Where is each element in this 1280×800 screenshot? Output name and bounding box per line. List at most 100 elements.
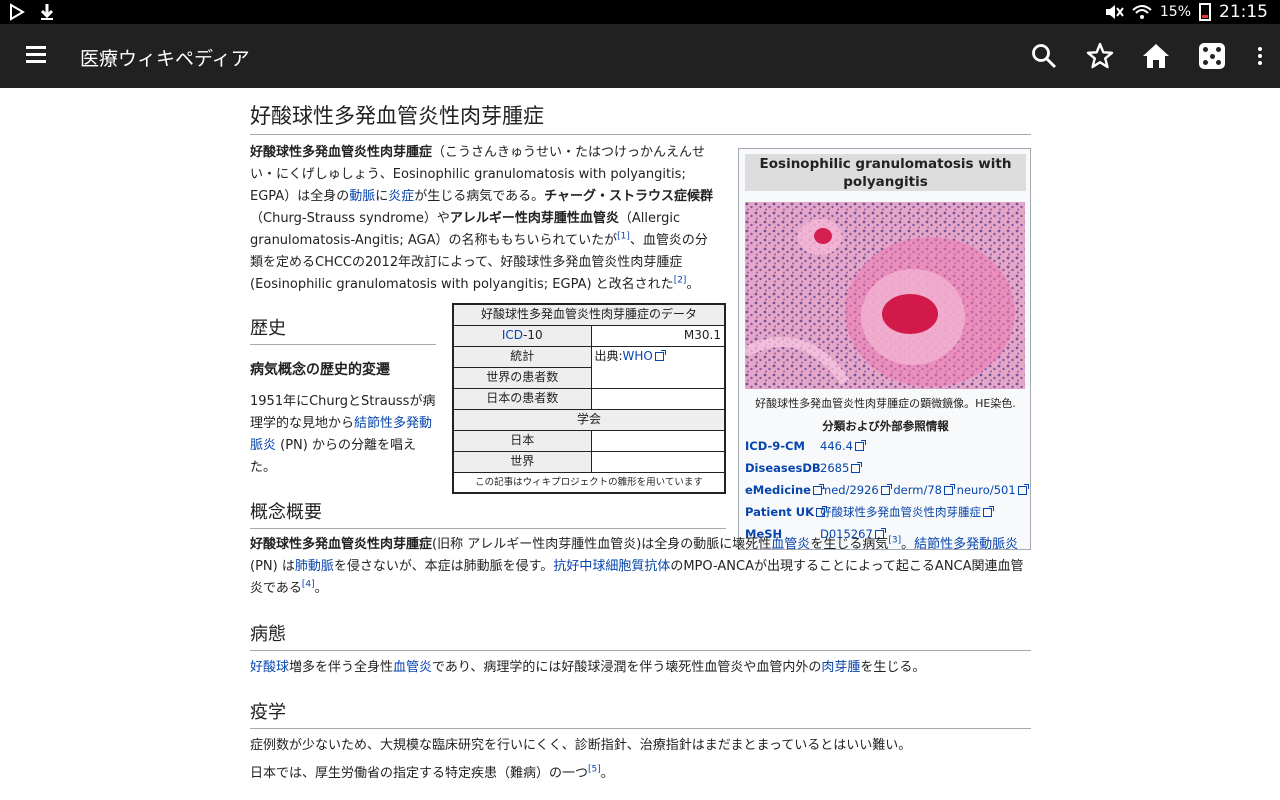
- app-bar: 医療ウィキペディア: [0, 24, 1280, 88]
- table-cell: [590, 429, 726, 452]
- table-label: 日本: [452, 429, 592, 452]
- link-granuloma[interactable]: 肉芽腫: [821, 660, 860, 675]
- reference-link[interactable]: [5]: [588, 765, 601, 775]
- infobox-value-link[interactable]: derm/78: [893, 483, 942, 497]
- source-prefix: 出典:: [594, 348, 623, 363]
- star-icon[interactable]: [1082, 40, 1118, 72]
- reference-link[interactable]: [4]: [302, 580, 315, 590]
- source-cell: 出典:WHO: [590, 345, 726, 389]
- icd-value: M30.1: [590, 324, 726, 347]
- wifi-icon: [1132, 5, 1152, 19]
- infobox-key-link[interactable]: Patient UK: [745, 501, 828, 523]
- epidemiology-paragraph: 日本では、厚生労働省の指定する特定疾患（難病）の一つ[5]。: [250, 763, 1031, 785]
- intro-bold-term: 好酸球性多発血管炎性肉芽腫症: [250, 145, 433, 160]
- table-cell: [590, 450, 726, 473]
- link-pulmonary-artery[interactable]: 肺動脈: [295, 559, 334, 574]
- external-link-icon: [983, 506, 994, 517]
- link-anca[interactable]: 抗好中球細胞質抗体: [553, 559, 670, 574]
- external-link-icon: [854, 440, 866, 451]
- mute-icon: [1105, 5, 1124, 19]
- history-paragraph: 1951年にChurgとStraussが病理学的な見地から結節性多発動脈炎 (P…: [250, 391, 440, 479]
- intro-text: が生じる病気である。: [414, 189, 545, 204]
- infobox-value-link[interactable]: med/2926: [820, 483, 879, 497]
- status-bar: 15% 21:15: [0, 0, 1280, 24]
- table-caption: 好酸球性多発血管炎性肉芽腫症のデータ: [452, 303, 726, 326]
- intro-paragraph: 好酸球性多発血管炎性肉芽腫症（こうさんきゅうせい・たはつけっかんえんせい・にくげ…: [250, 142, 720, 296]
- link-polyarteritis-nodosa[interactable]: 結節性多発動脈炎: [914, 537, 1018, 552]
- overview-text: (旧称 アレルギー性肉芽腫性血管炎)は全身の動脈に壊死性: [432, 537, 772, 552]
- link-artery[interactable]: 動脈: [349, 189, 375, 204]
- infobox-value-link[interactable]: 好酸球性多発血管炎性肉芽腫症: [820, 505, 981, 519]
- table-section-header: 学会: [452, 408, 726, 431]
- section-heading-history: 歴史: [250, 316, 436, 345]
- overview-text: を生じる病気: [810, 537, 889, 552]
- table-footer: この記事はウィキプロジェクトの雛形を用いています: [452, 471, 726, 494]
- table-label: 世界: [452, 450, 592, 473]
- external-link-icon: [851, 462, 863, 473]
- pathology-paragraph: 好酸球増多を伴う全身性血管炎であり、病理学的には好酸球浸潤を伴う壊死性血管炎や血…: [250, 657, 1031, 679]
- link-vasculitis[interactable]: 血管炎: [771, 537, 810, 552]
- infobox-key-text: eMedicine: [745, 483, 811, 497]
- infobox-row: DiseasesDB 2685: [745, 457, 1029, 479]
- intro-bold-term: アレルギー性肉芽腫性血管炎: [449, 211, 619, 226]
- epidemiology-text: 日本では、厚生労働省の指定する特定疾患（難病）の一つ: [250, 766, 589, 781]
- pathology-text: を生じる。: [860, 660, 926, 675]
- overview-text: (PN) は: [250, 559, 295, 574]
- table-label: 日本の患者数: [452, 387, 592, 410]
- intro-text: （Churg-Strauss syndrome）や: [250, 211, 450, 226]
- clock: 21:15: [1219, 2, 1268, 22]
- section-heading-epidemiology: 疫学: [250, 700, 1031, 729]
- menu-icon[interactable]: [20, 42, 52, 70]
- section-heading-overview: 概念概要: [250, 500, 726, 529]
- infobox-key-link[interactable]: ICD-9-CM: [745, 435, 805, 457]
- page-title: 好酸球性多発血管炎性肉芽腫症: [250, 100, 1031, 135]
- external-link-icon: [1017, 484, 1029, 495]
- external-link-icon: [944, 484, 955, 495]
- link-eosinophil[interactable]: 好酸球: [250, 660, 289, 675]
- overview-paragraph: 好酸球性多発血管炎性肉芽腫症(旧称 アレルギー性肉芽腫性血管炎)は全身の動脈に壊…: [250, 534, 1031, 600]
- search-icon[interactable]: [1026, 40, 1062, 72]
- more-vert-icon[interactable]: [1250, 40, 1270, 72]
- link-who[interactable]: WHO: [623, 349, 653, 363]
- intro-text: に: [375, 189, 389, 204]
- infobox-title: Eosinophilic granulomatosis with polyang…: [745, 154, 1026, 191]
- infobox-subheading: 分類および外部参照情報: [822, 419, 949, 433]
- infobox-key-link[interactable]: DiseasesDB: [745, 457, 821, 479]
- link-icd[interactable]: ICD: [502, 328, 523, 342]
- infobox: Eosinophilic granulomatosis with polyang…: [738, 148, 1031, 550]
- intro-text: 。: [686, 277, 700, 292]
- epidemiology-paragraph: 症例数が少ないため、大規模な臨床研究を行いにくく、診断指針、治療指針はまだまとま…: [250, 738, 912, 753]
- reference-link[interactable]: [1]: [617, 232, 630, 242]
- infobox-key-link[interactable]: eMedicine: [745, 479, 824, 501]
- overview-bold-term: 好酸球性多発血管炎性肉芽腫症: [250, 537, 433, 552]
- infobox-row: eMedicine med/2926 derm/78 neuro/501: [745, 479, 1029, 501]
- micrograph-image[interactable]: [745, 202, 1025, 389]
- disease-data-table: 好酸球性多発血管炎性肉芽腫症のデータ ICD-10 M30.1 統計 出典:WH…: [452, 303, 726, 494]
- infobox-value-link[interactable]: 2685: [820, 461, 849, 475]
- dice-icon[interactable]: [1194, 40, 1230, 72]
- reference-link[interactable]: [2]: [674, 276, 687, 286]
- external-link-icon: [880, 484, 892, 495]
- table-label: ICD-10: [452, 324, 592, 347]
- battery-percentage: 15%: [1159, 4, 1191, 20]
- overview-text: を侵さないが、本症は肺動脈を侵す。: [333, 559, 554, 574]
- infobox-value-link[interactable]: 446.4: [820, 439, 853, 453]
- article-content: 好酸球性多発血管炎性肉芽腫症 好酸球性多発血管炎性肉芽腫症（こうさんきゅうせい・…: [250, 88, 1031, 800]
- table-cell: [590, 387, 726, 410]
- app-title: 医療ウィキペディア: [80, 48, 250, 70]
- section-heading-pathology: 病態: [250, 622, 1031, 651]
- reference-link[interactable]: [3]: [888, 536, 901, 546]
- image-caption: 好酸球性多発血管炎性肉芽腫症の顕微鏡像。HE染色.: [755, 397, 1016, 410]
- table-label: 世界の患者数: [452, 366, 592, 389]
- overview-text: 。: [314, 581, 328, 596]
- infobox-value-link[interactable]: neuro/501: [957, 483, 1016, 497]
- link-vasculitis[interactable]: 血管炎: [393, 660, 432, 675]
- infobox-row: Patient UK 好酸球性多発血管炎性肉芽腫症: [745, 501, 1029, 523]
- infobox-row: ICD-9-CM 446.4: [745, 435, 1029, 457]
- link-inflammation[interactable]: 炎症: [388, 189, 414, 204]
- external-link-icon: [654, 349, 666, 361]
- intro-bold-term: チャーグ・ストラウス症候群: [544, 189, 713, 204]
- home-icon[interactable]: [1138, 40, 1174, 72]
- pathology-text: 増多を伴う全身性: [289, 660, 394, 675]
- icd-suffix: -10: [523, 328, 543, 342]
